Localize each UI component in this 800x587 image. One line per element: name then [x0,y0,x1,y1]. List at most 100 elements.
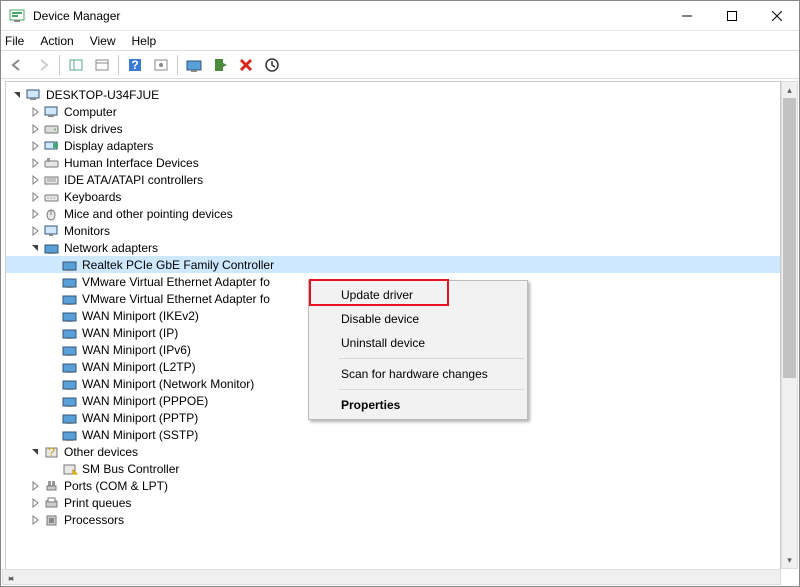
scroll-down-arrow[interactable]: ▾ [782,552,797,568]
tree-item-label: WAN Miniport (IKEv2) [82,309,199,323]
scroll-right-arrow[interactable]: ▸ [3,570,19,586]
uninstall-button[interactable] [234,53,258,77]
display-adapters-icon [44,139,60,153]
expander-spacer [46,258,60,272]
tree-item-label: Mice and other pointing devices [64,207,233,221]
menu-file[interactable]: File [5,34,24,48]
tree-item-label: WAN Miniport (SSTP) [82,428,198,442]
collapse-icon[interactable] [28,445,42,459]
ctx-divider [339,358,524,359]
forward-button[interactable] [31,53,55,77]
collapse-icon[interactable] [28,241,42,255]
enable-device-button[interactable] [208,53,232,77]
ctx-disable-device[interactable]: Disable device [311,307,525,331]
menu-view[interactable]: View [90,34,116,48]
net-child-icon [62,258,78,272]
tree-item-label: Print queues [64,496,131,510]
close-button[interactable] [754,1,799,30]
tree-category-keyboards[interactable]: Keyboards [6,188,780,205]
expand-icon[interactable] [28,496,42,510]
menu-action[interactable]: Action [40,34,73,48]
tree-device-network-10[interactable]: WAN Miniport (SSTP) [6,426,780,443]
minimize-button[interactable] [664,1,709,30]
ctx-update-driver[interactable]: Update driver [311,283,525,307]
tree-item-label: WAN Miniport (Network Monitor) [82,377,254,391]
mice-icon [44,207,60,221]
tree-item-label: Computer [64,105,117,119]
other-icon: ? [44,445,60,459]
ctx-scan-hardware[interactable]: Scan for hardware changes [311,362,525,386]
tree-item-label: Keyboards [64,190,121,204]
back-button[interactable] [5,53,29,77]
other-child-icon [62,462,78,476]
tree-item-label: DESKTOP-U34FJUE [46,88,159,102]
net-child-icon [62,326,78,340]
expand-icon[interactable] [28,122,42,136]
show-hide-tree-button[interactable] [64,53,88,77]
scroll-thumb[interactable] [783,98,796,378]
tree-category-print-queues[interactable]: Print queues [6,494,780,511]
pc-icon [26,88,42,102]
expand-icon[interactable] [28,190,42,204]
tree-category-other[interactable]: ?Other devices [6,443,780,460]
tree-category-disk-drives[interactable]: Disk drives [6,120,780,137]
tree-item-label: Ports (COM & LPT) [64,479,168,493]
tree-category-mice[interactable]: Mice and other pointing devices [6,205,780,222]
menu-help[interactable]: Help [132,34,157,48]
expander-spacer [46,309,60,323]
horizontal-scrollbar[interactable]: ◂ ▸ [2,569,781,585]
tree-category-display-adapters[interactable]: Display adapters [6,137,780,154]
expander-spacer [46,428,60,442]
ctx-label: Scan for hardware changes [341,367,488,381]
tree-category-computer[interactable]: Computer [6,103,780,120]
tree-category-ports[interactable]: Ports (COM & LPT) [6,477,780,494]
tree-item-label: WAN Miniport (IP) [82,326,178,340]
toolbar: ? [1,51,799,79]
tree-item-label: Realtek PCIe GbE Family Controller [82,258,274,272]
window-title: Device Manager [33,9,664,23]
tree-item-label: IDE ATA/ATAPI controllers [64,173,203,187]
expand-icon[interactable] [28,224,42,238]
keyboards-icon [44,190,60,204]
net-child-icon [62,309,78,323]
tree-category-hid[interactable]: Human Interface Devices [6,154,780,171]
expand-icon[interactable] [28,139,42,153]
tree-category-network[interactable]: Network adapters [6,239,780,256]
expand-icon[interactable] [28,173,42,187]
tree-category-processors[interactable]: Processors [6,511,780,528]
scan-hardware-button[interactable] [260,53,284,77]
svg-text:?: ? [48,445,55,459]
tree-item-label: WAN Miniport (IPv6) [82,343,191,357]
app-icon [9,8,25,24]
expand-icon[interactable] [28,479,42,493]
tree-item-label: WAN Miniport (L2TP) [82,360,196,374]
tree-category-monitors[interactable]: Monitors [6,222,780,239]
expand-icon[interactable] [28,207,42,221]
disk-drives-icon [44,122,60,136]
ctx-label: Disable device [341,312,419,326]
expand-icon[interactable] [28,513,42,527]
net-child-icon [62,428,78,442]
tree-device-network-0[interactable]: Realtek PCIe GbE Family Controller [6,256,780,273]
scroll-up-arrow[interactable]: ▴ [782,82,797,98]
expand-icon[interactable] [28,105,42,119]
vertical-scrollbar[interactable]: ▴ ▾ [781,81,798,569]
content-area: DESKTOP-U34FJUE ComputerDisk drivesDispla… [1,79,799,586]
expand-icon[interactable] [28,156,42,170]
tree-category-ide[interactable]: IDE ATA/ATAPI controllers [6,171,780,188]
ctx-properties[interactable]: Properties [311,393,525,417]
properties-button[interactable] [90,53,114,77]
net-child-icon [62,292,78,306]
collapse-icon[interactable] [10,88,24,102]
ctx-uninstall-device[interactable]: Uninstall device [311,331,525,355]
expander-spacer [46,292,60,306]
tree-device-other-0[interactable]: SM Bus Controller [6,460,780,477]
svg-text:?: ? [131,58,138,72]
help-button[interactable]: ? [123,53,147,77]
action-button[interactable] [149,53,173,77]
net-child-icon [62,275,78,289]
print-queues-icon [44,496,60,510]
tree-root[interactable]: DESKTOP-U34FJUE [6,86,780,103]
maximize-button[interactable] [709,1,754,30]
update-driver-button[interactable] [182,53,206,77]
